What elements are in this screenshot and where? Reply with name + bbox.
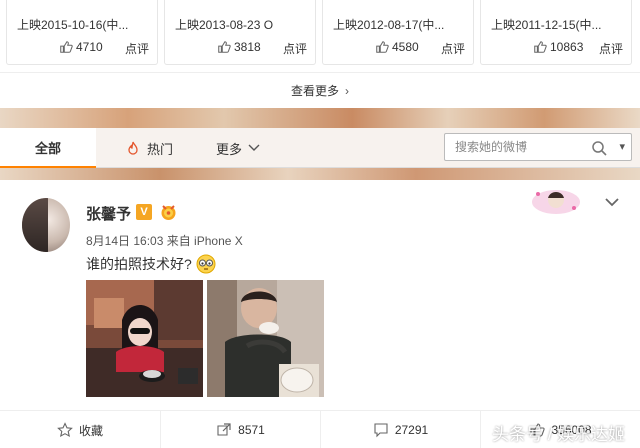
- cover-banner-lower: [0, 168, 640, 180]
- movie-comment-link[interactable]: 点评: [283, 40, 307, 57]
- comment-icon: [374, 423, 388, 438]
- movie-card[interactable]: 上映2015-10-16(中... 4710 点评: [6, 0, 158, 65]
- post-photo[interactable]: [207, 280, 324, 397]
- search-dropdown-icon[interactable]: ▾: [619, 140, 625, 153]
- movie-likes-count: 10863: [550, 40, 584, 54]
- movie-strip: 上映2015-10-16(中... 4710 点评 上映2013-08-23 O…: [0, 0, 640, 72]
- see-more-link[interactable]: 查看更多 ›: [0, 72, 640, 108]
- profile-tab-bar: 全部 热门 更多 ▾: [0, 128, 640, 168]
- repost-count: 8571: [238, 423, 265, 437]
- fire-icon: [128, 141, 138, 155]
- tab-more-label: 更多: [215, 141, 242, 157]
- medal-icon[interactable]: [159, 203, 178, 221]
- movie-comment-link[interactable]: 点评: [125, 40, 149, 57]
- see-more-label: 查看更多: [290, 84, 339, 98]
- movie-likes[interactable]: 4710: [59, 40, 103, 54]
- post-author[interactable]: 张馨予: [86, 203, 131, 224]
- movie-release-date: 上映2013-08-23 O: [175, 18, 274, 32]
- favorite-button[interactable]: 收藏: [0, 411, 160, 448]
- cover-banner: [0, 108, 640, 128]
- search-field[interactable]: ▾: [444, 133, 632, 161]
- tab-hot[interactable]: 热门: [110, 128, 190, 168]
- chevron-right-icon: ›: [345, 83, 349, 98]
- post-text-content: 谁的拍照技术好?: [86, 256, 192, 272]
- movie-comment-link[interactable]: 点评: [441, 40, 465, 57]
- emoji-icon: [196, 254, 216, 274]
- repost-icon: [217, 423, 231, 436]
- movie-likes[interactable]: 10863: [533, 40, 583, 54]
- search-input[interactable]: [445, 134, 585, 160]
- movie-card[interactable]: 上映2011-12-15(中... 10863 点评: [480, 0, 632, 65]
- chevron-down-icon: [248, 144, 260, 151]
- verified-badge[interactable]: V: [136, 204, 152, 220]
- movie-likes-count: 4580: [392, 40, 419, 54]
- movie-likes[interactable]: 4580: [375, 40, 419, 54]
- comment-button[interactable]: 27291: [320, 411, 480, 448]
- movie-card[interactable]: 上映2012-08-17(中... 4580 点评: [322, 0, 474, 65]
- thumb-up-icon: [376, 41, 389, 53]
- photo-man-image: [207, 280, 324, 397]
- weibo-post: 张馨予 V 8月14日 16:03 来自 iPhone X 谁的拍照技术好? 收…: [0, 180, 640, 448]
- search-icon[interactable]: [591, 140, 607, 156]
- post-meta[interactable]: 8月14日 16:03 来自 iPhone X: [86, 232, 243, 249]
- star-icon: [57, 422, 73, 438]
- post-photo[interactable]: [86, 280, 203, 397]
- chevron-down-icon[interactable]: [604, 196, 620, 208]
- movie-likes-count: 3818: [234, 40, 261, 54]
- movie-release-date: 上映2015-10-16(中...: [17, 18, 129, 32]
- movie-likes-count: 4710: [76, 40, 103, 54]
- post-text: 谁的拍照技术好?: [86, 254, 216, 274]
- thumb-up-icon: [60, 41, 73, 53]
- tab-all[interactable]: 全部: [0, 128, 96, 168]
- tab-more[interactable]: 更多: [208, 128, 268, 168]
- thumb-up-icon: [534, 41, 547, 53]
- movie-release-date: 上映2012-08-17(中...: [333, 18, 445, 32]
- tab-all-label: 全部: [34, 140, 61, 156]
- movie-likes[interactable]: 3818: [217, 40, 261, 54]
- tab-hot-label: 热门: [146, 141, 173, 157]
- avatar[interactable]: [22, 198, 70, 252]
- repost-button[interactable]: 8571: [160, 411, 320, 448]
- sticker-image: [532, 190, 580, 214]
- movie-comment-link[interactable]: 点评: [599, 40, 623, 57]
- thumb-up-icon: [218, 41, 231, 53]
- comment-count: 27291: [394, 423, 429, 437]
- photo-woman-image: [86, 280, 203, 397]
- movie-card[interactable]: 上映2013-08-23 O 3818 点评: [164, 0, 316, 65]
- favorite-label: 收藏: [78, 423, 103, 438]
- movie-release-date: 上映2011-12-15(中...: [491, 18, 602, 32]
- watermark: 头条号 / 娱乐达姬: [492, 425, 626, 444]
